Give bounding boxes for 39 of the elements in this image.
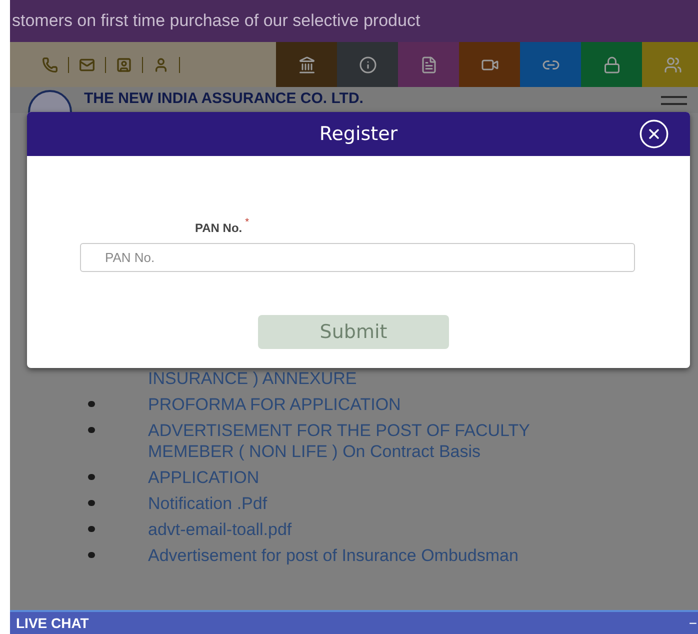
minimize-toggle[interactable]: − — [688, 612, 697, 634]
phone-icon[interactable] — [42, 56, 58, 72]
document-link[interactable]: Notification .Pdf — [148, 493, 268, 514]
promo-banner: stomers on first time purchase of our selective product — [10, 0, 698, 42]
quick-link-tile[interactable] — [276, 42, 337, 87]
document-link[interactable]: APPLICATION — [148, 467, 260, 488]
quick-link-tile[interactable] — [520, 42, 581, 87]
close-icon[interactable] — [638, 118, 670, 150]
document-link[interactable]: Advertisement for post of Insurance Ombudsman — [148, 545, 518, 566]
bullet-icon — [88, 427, 95, 433]
quick-link-tile[interactable] — [398, 42, 459, 87]
document-icon — [420, 56, 438, 74]
company-title: THE NEW INDIA ASSURANCE CO. LTD. — [84, 90, 364, 108]
document-link[interactable]: PROFORMA FOR APPLICATION — [148, 394, 401, 415]
pan-label: PAN No. — [195, 220, 242, 237]
live-chat-title: LIVE CHAT — [16, 614, 89, 632]
menu-icon[interactable] — [661, 96, 687, 106]
bullet-icon — [88, 500, 95, 506]
people-icon — [664, 56, 682, 74]
quick-link-tile[interactable] — [642, 42, 698, 87]
dialog-title: Register — [319, 122, 398, 147]
bullet-icon — [88, 474, 95, 480]
lock-icon — [602, 56, 620, 74]
bullet-icon — [88, 526, 95, 532]
required-mark: * — [245, 216, 250, 230]
bullet-icon — [88, 401, 95, 407]
document-link[interactable]: ADVERTISEMENT FOR THE POST OF FACULTY MEMEBER ( NON LIFE ) On Contract Basis — [148, 420, 593, 462]
card-icon[interactable] — [116, 56, 132, 72]
quick-link-tile[interactable] — [337, 42, 398, 87]
bullet-icon — [88, 552, 95, 558]
mail-icon[interactable] — [79, 56, 95, 72]
info-icon — [358, 56, 376, 74]
quick-link-tile[interactable] — [581, 42, 642, 87]
quick-link-tile[interactable] — [459, 42, 520, 87]
document-link[interactable]: advt-email-toall.pdf — [148, 519, 292, 540]
live-chat-bar[interactable]: LIVE CHAT − — [10, 610, 698, 634]
document-link[interactable]: INSURANCE ) ANNEXURE — [148, 368, 357, 389]
pan-input-field[interactable]: PAN No. — [80, 243, 635, 272]
user-icon[interactable] — [153, 56, 169, 72]
